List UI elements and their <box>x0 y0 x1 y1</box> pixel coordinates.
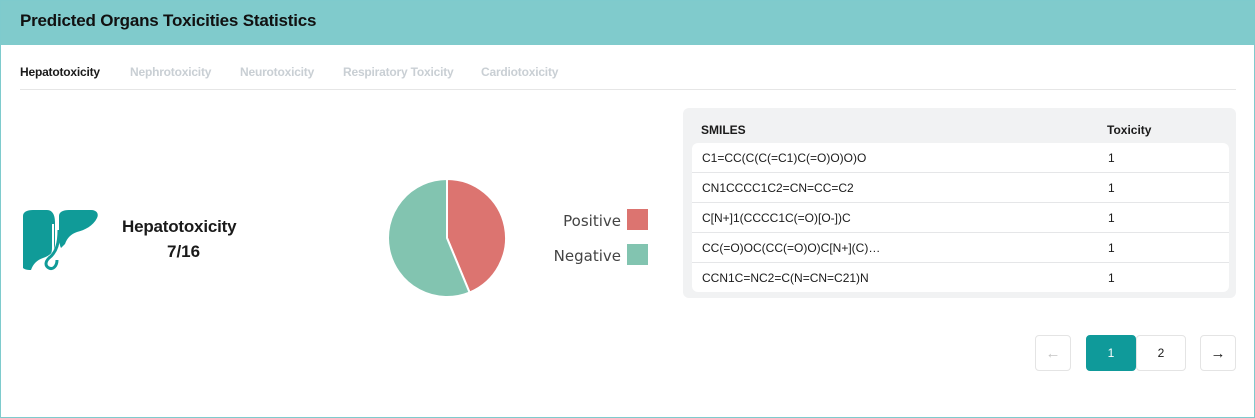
tab-hepatotoxicity[interactable]: Hepatotoxicity <box>20 65 100 79</box>
toxicity-cell: 1 <box>1108 241 1115 255</box>
legend-swatch-negative <box>627 244 648 265</box>
toxicity-cell: 1 <box>1108 151 1115 165</box>
table-row: CC(=O)OC(CC(=O)O)C[N+](C)… 1 <box>692 233 1229 263</box>
panel-title: Predicted Organs Toxicities Statistics <box>20 11 317 30</box>
arrow-right-icon: → <box>1210 344 1226 362</box>
smiles-cell: C[N+]1(CCCC1C(=O)[O-])C <box>702 211 851 225</box>
liver-icon <box>23 210 98 271</box>
column-header-toxicity: Toxicity <box>1107 123 1152 137</box>
organ-name: Hepatotoxicity <box>122 217 237 236</box>
table-body: C1=CC(C(C(=C1)C(=O)O)O)O 1 CN1CCCC1C2=CN… <box>692 143 1229 292</box>
table-row: C1=CC(C(C(=C1)C(=O)O)O)O 1 <box>692 143 1229 173</box>
smiles-table: SMILES Toxicity C1=CC(C(C(=C1)C(=O)O)O)O… <box>683 108 1236 298</box>
toxicity-cell: 1 <box>1108 271 1115 285</box>
organ-positive-count: 7/16 <box>167 242 201 261</box>
smiles-cell: C1=CC(C(C(=C1)C(=O)O)O)O <box>702 151 867 165</box>
legend-swatch-positive <box>627 209 648 230</box>
arrow-left-icon: ← <box>1045 344 1061 362</box>
page-1-button[interactable]: 1 <box>1086 335 1136 371</box>
tab-respiratory-toxicity[interactable]: Respiratory Toxicity <box>343 65 454 79</box>
column-header-smiles: SMILES <box>701 123 746 137</box>
table-row: CN1CCCC1C2=CN=CC=C2 1 <box>692 173 1229 203</box>
smiles-cell: CCN1C=NC2=C(N=CN=C21)N <box>702 271 869 285</box>
table-row: CCN1C=NC2=C(N=CN=C21)N 1 <box>692 263 1229 292</box>
toxicity-cell: 1 <box>1108 181 1115 195</box>
toxicity-cell: 1 <box>1108 211 1115 225</box>
panel-header: Predicted Organs Toxicities Statistics <box>1 1 1254 45</box>
prev-page-button[interactable]: ← <box>1035 335 1071 371</box>
table-row: C[N+]1(CCCC1C(=O)[O-])C 1 <box>692 203 1229 233</box>
legend-label-negative: Negative <box>553 247 621 265</box>
next-page-button[interactable]: → <box>1200 335 1236 371</box>
smiles-cell: CN1CCCC1C2=CN=CC=C2 <box>702 181 854 195</box>
tab-cardiotoxicity[interactable]: Cardiotoxicity <box>481 65 558 79</box>
tab-nephrotoxicity[interactable]: Nephrotoxicity <box>130 65 211 79</box>
legend-negative[interactable]: Negative <box>553 244 648 266</box>
toxicity-statistics-panel: Predicted Organs Toxicities Statistics H… <box>0 0 1255 418</box>
tab-neurotoxicity[interactable]: Neurotoxicity <box>240 65 314 79</box>
page-2-button[interactable]: 2 <box>1136 335 1186 371</box>
tab-divider <box>20 89 1236 90</box>
smiles-cell: CC(=O)OC(CC(=O)O)C[N+](C)… <box>702 241 881 255</box>
toxicity-pie-chart <box>387 178 507 298</box>
legend-positive[interactable]: Positive <box>553 209 648 231</box>
legend-label-positive: Positive <box>563 212 621 230</box>
